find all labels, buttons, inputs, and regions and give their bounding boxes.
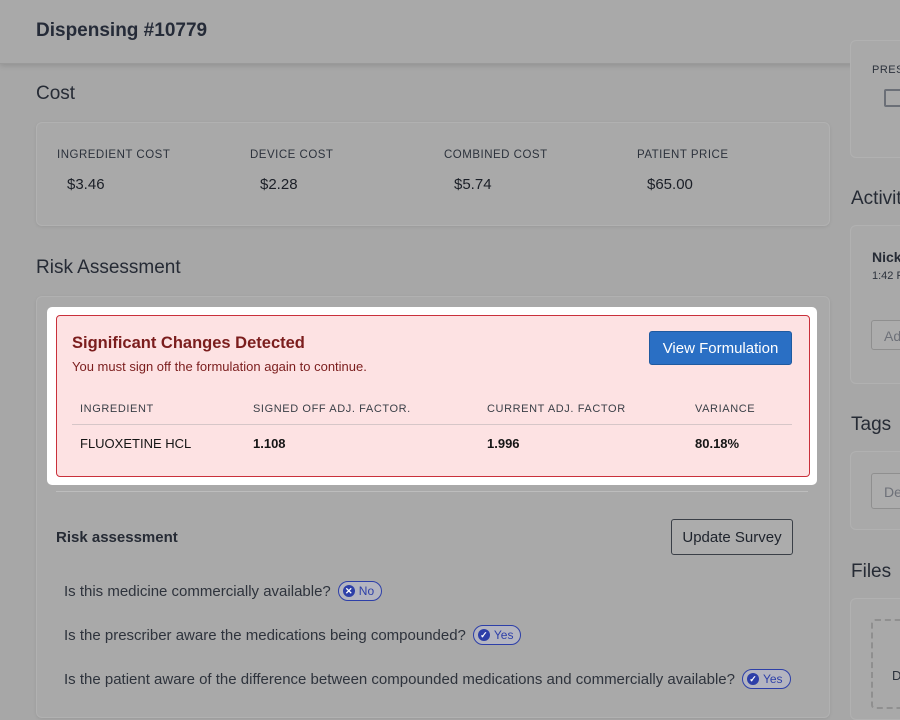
- cost-card: INGREDIENT COST $3.46 DEVICE COST $2.28 …: [36, 122, 830, 226]
- update-survey-button[interactable]: Update Survey: [671, 519, 793, 555]
- x-circle-icon: ✕: [342, 585, 355, 597]
- answer-badge-yes: ✓ Yes: [472, 625, 522, 645]
- alert-subtitle: You must sign off the formulation again …: [72, 359, 367, 374]
- answer-label: No: [358, 584, 375, 598]
- question-text: Is the prescriber aware the medications …: [64, 626, 466, 644]
- table-header-row: INGREDIENT SIGNED OFF ADJ. FACTOR. CURRE…: [72, 394, 792, 425]
- cost-value: $65.00: [647, 176, 693, 193]
- file-drop-text: D: [892, 668, 900, 683]
- tags-section-title: Tags: [851, 414, 892, 435]
- variance-cell: 80.18%: [695, 435, 740, 451]
- activity-timestamp: 1:42 F: [872, 270, 900, 282]
- cost-label: PATIENT PRICE: [637, 149, 729, 161]
- question-item: Is this medicine commercially available?…: [64, 581, 383, 601]
- current-factor-cell: 1.996: [487, 435, 520, 451]
- signed-off-factor-cell: 1.108: [253, 435, 286, 451]
- question-text: Is the patient aware of the difference b…: [64, 670, 735, 688]
- view-formulation-button[interactable]: View Formulation: [649, 331, 792, 365]
- question-text: Is this medicine commercially available?: [64, 582, 331, 600]
- answer-badge-yes: ✓ Yes: [741, 669, 791, 689]
- activity-section-title: Activit: [851, 188, 900, 209]
- alert-title: Significant Changes Detected: [72, 334, 305, 352]
- answer-badge-no: ✕ No: [337, 581, 383, 601]
- check-circle-icon: ✓: [477, 629, 490, 641]
- cost-value: $2.28: [260, 176, 298, 193]
- cost-section-title: Cost: [36, 83, 76, 104]
- check-circle-icon: ✓: [746, 673, 759, 685]
- activity-user-name: Nick: [872, 249, 900, 265]
- question-item: Is the patient aware of the difference b…: [64, 669, 791, 689]
- tags-input[interactable]: De: [871, 473, 900, 509]
- cost-value: $5.74: [454, 176, 492, 193]
- cost-value: $3.46: [67, 176, 105, 193]
- cost-label: DEVICE COST: [250, 149, 334, 161]
- files-section-title: Files: [851, 561, 892, 582]
- changes-table: INGREDIENT SIGNED OFF ADJ. FACTOR. CURRE…: [72, 394, 792, 461]
- ingredient-cell: FLUOXETINE HCL: [80, 435, 192, 451]
- cost-label: INGREDIENT COST: [57, 149, 171, 161]
- activity-card: Nick 1:42 F Ad: [850, 225, 900, 384]
- risk-section-title: Risk Assessment: [36, 257, 181, 278]
- activity-comment-input[interactable]: Ad: [871, 320, 900, 350]
- column-header: INGREDIENT: [72, 394, 245, 425]
- prescription-date-label: PRES: [872, 64, 900, 76]
- risk-assessment-subtitle: Risk assessment: [56, 529, 178, 546]
- column-header: CURRENT ADJ. FACTOR: [479, 394, 687, 425]
- significant-changes-alert: Significant Changes Detected You must si…: [56, 315, 810, 477]
- file-drop-zone[interactable]: D: [871, 619, 900, 709]
- column-header: SIGNED OFF ADJ. FACTOR.: [245, 394, 479, 425]
- files-card: D: [850, 598, 900, 720]
- divider: [56, 491, 808, 492]
- column-header: VARIANCE: [687, 394, 792, 425]
- top-bar: Dispensing #10779: [0, 0, 900, 64]
- calendar-icon[interactable]: [884, 89, 900, 107]
- cost-label: COMBINED COST: [444, 149, 548, 161]
- table-row: FLUOXETINE HCL 1.108 1.996 80.18%: [72, 425, 792, 462]
- prescription-card: PRES: [850, 40, 900, 158]
- question-item: Is the prescriber aware the medications …: [64, 625, 522, 645]
- page-title: Dispensing #10779: [36, 20, 208, 41]
- answer-label: Yes: [762, 672, 783, 686]
- answer-label: Yes: [493, 628, 514, 642]
- tags-card: De: [850, 451, 900, 530]
